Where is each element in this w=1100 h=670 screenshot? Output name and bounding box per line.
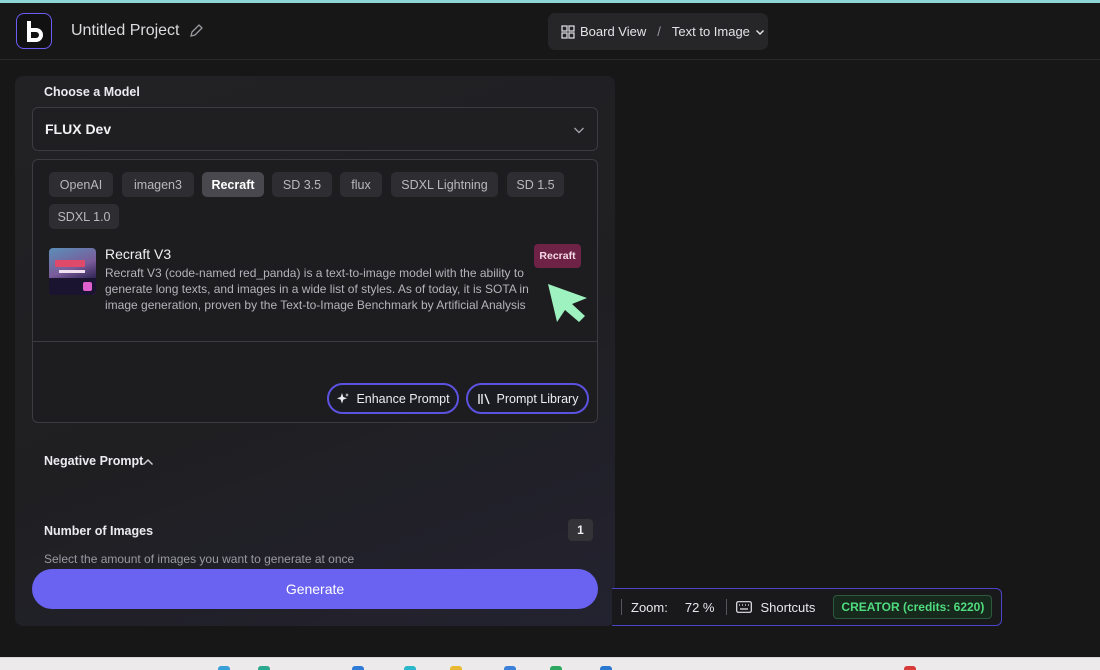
prompt-library-button[interactable]: Prompt Library: [466, 383, 589, 414]
status-divider: [621, 599, 622, 615]
taskbar-app-icon[interactable]: [258, 666, 270, 670]
tab-openai[interactable]: OpenAI: [49, 172, 113, 197]
selected-model-value: FLUX Dev: [45, 121, 112, 137]
number-of-images-hint: Select the amount of images you want to …: [44, 552, 355, 566]
chevron-up-icon[interactable]: [142, 456, 154, 468]
taskbar-app-icon[interactable]: [218, 666, 230, 670]
plan-credits-badge[interactable]: CREATOR (credits: 6220): [833, 595, 993, 619]
status-divider: [726, 599, 728, 615]
os-taskbar: [0, 657, 1100, 670]
canvas-status-bar: Zoom: 72 % Shortcuts CREATOR (credits: 6…: [612, 588, 1002, 626]
chevron-down-icon[interactable]: [755, 27, 765, 37]
taskbar-app-icon[interactable]: [352, 666, 364, 670]
tab-sd-3-5[interactable]: SD 3.5: [272, 172, 332, 197]
logo-icon: [27, 21, 43, 42]
tab-sdxl-lightning[interactable]: SDXL Lightning: [391, 172, 498, 197]
library-icon: [477, 393, 490, 404]
breadcrumb-separator: /: [657, 24, 661, 39]
zoom-value[interactable]: 72 %: [685, 600, 715, 615]
negative-prompt-toggle[interactable]: Negative Prompt: [44, 454, 143, 468]
breadcrumb[interactable]: Board View / Text to Image: [548, 13, 768, 50]
top-header: Untitled Project Board View / Text to Im…: [0, 3, 1100, 60]
breadcrumb-board-view[interactable]: Board View: [580, 24, 646, 39]
sparkle-icon: [337, 392, 350, 404]
generate-button[interactable]: Generate: [32, 569, 598, 609]
tab-sdxl-1-0[interactable]: SDXL 1.0: [49, 204, 119, 229]
tab-imagen3[interactable]: imagen3: [122, 172, 194, 197]
model-picker: OpenAI imagen3 Recraft SD 3.5 flux SDXL …: [32, 159, 598, 423]
prompt-library-label: Prompt Library: [496, 391, 579, 406]
chevron-down-icon: [574, 127, 584, 134]
model-name: Recraft V3: [105, 246, 172, 262]
provider-badge: Recraft: [534, 244, 581, 268]
shortcuts-button[interactable]: Shortcuts: [760, 600, 815, 615]
tab-recraft[interactable]: Recraft: [202, 172, 264, 197]
zoom-label: Zoom:: [631, 599, 668, 615]
tab-flux[interactable]: flux: [340, 172, 382, 197]
board-view-icon: [561, 24, 575, 39]
app-logo[interactable]: [16, 13, 52, 49]
model-description: Recraft V3 (code-named red_panda) is a t…: [105, 266, 529, 312]
taskbar-app-icon[interactable]: [904, 666, 916, 670]
taskbar-app-icon[interactable]: [450, 666, 462, 670]
taskbar-app-icon[interactable]: [550, 666, 562, 670]
keyboard-icon: [736, 601, 753, 613]
enhance-prompt-label: Enhance Prompt: [356, 391, 450, 406]
tab-sd-1-5[interactable]: SD 1.5: [507, 172, 564, 197]
breadcrumb-mode[interactable]: Text to Image: [672, 24, 750, 39]
enhance-prompt-button[interactable]: Enhance Prompt: [327, 383, 459, 414]
taskbar-app-icon[interactable]: [504, 666, 516, 670]
choose-model-label: Choose a Model: [44, 85, 140, 99]
project-title[interactable]: Untitled Project: [71, 22, 180, 40]
model-card-recraft-v3[interactable]: Recraft V3 Recraft V3 (code-named red_pa…: [33, 238, 597, 342]
taskbar-app-icon[interactable]: [404, 666, 416, 670]
number-of-images-label: Number of Images: [44, 524, 154, 538]
pencil-icon[interactable]: [188, 23, 204, 39]
mouse-cursor-icon: [548, 284, 587, 322]
model-thumbnail: [49, 248, 96, 295]
number-of-images-value[interactable]: 1: [568, 519, 593, 541]
model-select[interactable]: FLUX Dev: [32, 107, 598, 151]
generation-panel: Choose a Model FLUX Dev OpenAI imagen3 R…: [15, 76, 615, 626]
taskbar-app-icon[interactable]: [600, 666, 612, 670]
